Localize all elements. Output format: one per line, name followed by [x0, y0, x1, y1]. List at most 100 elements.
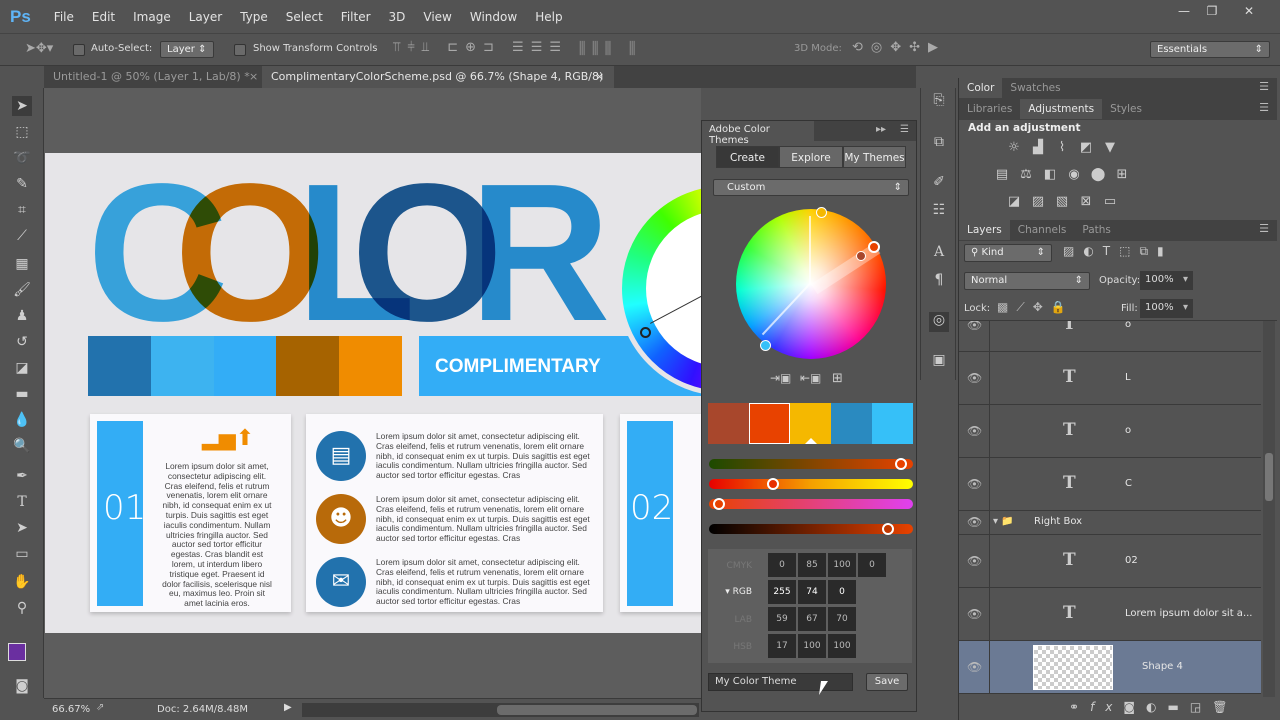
tab-untitled-1[interactable]: Untitled-1 @ 50% (Layer 1, Lab/8) * × [44, 66, 262, 88]
menu-edit[interactable]: Edit [92, 10, 115, 24]
slider-knob[interactable] [895, 458, 908, 470]
tab-explore[interactable]: Explore [779, 146, 843, 168]
panel-menu-icon[interactable]: ☰ [900, 124, 909, 135]
zoom-level[interactable]: 66.67% [52, 704, 90, 715]
dodge-tool-icon[interactable]: 🔍 [12, 436, 32, 456]
exposure-icon[interactable]: ◩ [1077, 140, 1095, 156]
menu-3d[interactable]: 3D [389, 10, 406, 24]
layer-thumbnail[interactable] [1033, 645, 1113, 690]
slider-knob[interactable] [766, 478, 779, 490]
color-rule-dropdown[interactable]: Custom ⇕ [713, 179, 909, 196]
visibility-eye-icon[interactable]: 👁 [967, 515, 982, 529]
visibility-eye-icon[interactable]: 👁 [967, 607, 982, 621]
auto-select-checkbox[interactable] [73, 44, 85, 56]
load-from-swatches-icon[interactable]: ⇤▣ [800, 371, 821, 385]
properties-panel-icon[interactable]: ⧉ [929, 134, 949, 154]
layer-row[interactable]: 👁 ▾ 📁 Right Box [959, 511, 1261, 535]
panel-menu-icon[interactable]: ☰ [1259, 222, 1269, 235]
foreground-color-swatch[interactable] [8, 643, 26, 661]
layer-row[interactable]: 👁 T C [959, 458, 1261, 511]
menu-image[interactable]: Image [133, 10, 171, 24]
align-icons[interactable]: ⫪⫩⫫ ⊏⊕⊐ ☰☰☰ ⫼⫼⫼ ⫼ [393, 40, 642, 55]
color-balance-icon[interactable]: ⚖ [1017, 167, 1035, 183]
slider-3[interactable] [709, 498, 913, 510]
tab-create[interactable]: Create [716, 146, 779, 168]
workspace-dropdown[interactable]: Essentials ⇕ [1150, 41, 1270, 58]
visibility-eye-icon[interactable]: 👁 [967, 371, 982, 385]
posterize-icon[interactable]: ▨ [1029, 194, 1047, 210]
tab-layers[interactable]: Layers [959, 220, 1010, 240]
move-tool-icon[interactable]: ➤✥▾ [25, 41, 53, 56]
minimize-button[interactable]: — [1170, 4, 1198, 20]
cmyk-value-field[interactable]: 0 [768, 553, 796, 577]
eyedropper-tool-icon[interactable]: ⟋ [12, 226, 32, 246]
zoom-tool-icon[interactable]: ⚲ [12, 598, 32, 618]
adjustment-layer-icon[interactable]: ◐ [1146, 700, 1167, 714]
add-mask-icon[interactable]: ◙ [1123, 700, 1146, 714]
panel-menu-icon[interactable]: ☰ [1259, 101, 1269, 114]
visibility-eye-icon[interactable]: 👁 [967, 321, 982, 332]
horizontal-scrollbar[interactable] [302, 703, 699, 717]
marquee-tool-icon[interactable]: ⬚ [12, 122, 32, 142]
rgb-value-field[interactable]: 74 [798, 580, 826, 604]
cmyk-value-field[interactable]: 100 [828, 553, 856, 577]
layer-select-dropdown[interactable]: Layer ⇕ [160, 41, 214, 58]
lasso-tool-icon[interactable]: ➰ [12, 148, 32, 168]
3d-mode-icons[interactable]: ⟲◎✥✣▶ [852, 40, 946, 55]
selective-color-icon[interactable]: ⊠ [1077, 194, 1095, 210]
slider-knob[interactable] [712, 498, 725, 510]
slider-4[interactable] [709, 523, 913, 535]
tab-my-themes[interactable]: My Themes [843, 146, 906, 168]
healing-brush-icon[interactable]: ▦ [12, 254, 32, 274]
visibility-eye-icon[interactable]: 👁 [967, 424, 982, 438]
lab-value-field[interactable]: 59 [768, 607, 796, 631]
brush-presets-icon[interactable]: ☷ [929, 202, 949, 222]
quick-mask-icon[interactable]: ◙ [12, 676, 32, 696]
add-theme-icon[interactable]: ⊞ [832, 371, 843, 386]
layer-row[interactable]: 👁 T 02 [959, 535, 1261, 588]
theme-swatch[interactable] [790, 403, 831, 444]
shape-tool-icon[interactable]: ▭ [12, 544, 32, 564]
group-expand-icon[interactable]: ▾ 📁 [993, 516, 1014, 527]
vibrance-icon[interactable]: ▼ [1101, 140, 1119, 156]
link-layers-icon[interactable]: ⚭ [1069, 700, 1090, 714]
close-window-button[interactable]: ✕ [1235, 4, 1263, 20]
path-select-tool-icon[interactable]: ➤ [12, 518, 32, 538]
add-to-swatches-icon[interactable]: ⇥▣ [770, 371, 791, 385]
delete-layer-icon[interactable]: 🗑 [1212, 700, 1238, 714]
lab-value-field[interactable]: 67 [798, 607, 826, 631]
curves-icon[interactable]: ⌇ [1053, 140, 1071, 156]
invert-icon[interactable]: ◪ [1005, 194, 1023, 210]
menu-window[interactable]: Window [470, 10, 517, 24]
layer-row[interactable]: 👁 To [959, 405, 1261, 458]
stamp-tool-icon[interactable]: ♟ [12, 306, 32, 326]
close-tab-icon[interactable]: × [595, 66, 604, 88]
menu-filter[interactable]: Filter [341, 10, 371, 24]
tab-swatches[interactable]: Swatches [1002, 78, 1068, 98]
layer-filter-icons[interactable]: ▨◐T⬚⧉▮ [1063, 244, 1173, 259]
tab-paths[interactable]: Paths [1074, 220, 1119, 240]
visibility-eye-icon[interactable]: 👁 [967, 660, 982, 674]
new-layer-icon[interactable]: ◲ [1190, 700, 1212, 714]
tab-complimentary-color-scheme[interactable]: ComplimentaryColorScheme.psd @ 66.7% (Sh… [262, 66, 614, 88]
lock-icons[interactable]: ▩⟋✥🔒 [997, 300, 1074, 315]
hsb-value-field[interactable]: 17 [768, 634, 796, 658]
blur-tool-icon[interactable]: 💧 [12, 410, 32, 430]
levels-icon[interactable]: ▟ [1029, 140, 1047, 156]
black-white-icon[interactable]: ◧ [1041, 167, 1059, 183]
crop-tool-icon[interactable]: ⌗ [12, 200, 32, 220]
threshold-icon[interactable]: ▧ [1053, 194, 1071, 210]
cmyk-value-field[interactable]: 85 [798, 553, 826, 577]
fill-input[interactable]: 100% ▾ [1140, 299, 1193, 318]
quick-select-tool-icon[interactable]: ✎ [12, 174, 32, 194]
layers-scrollbar[interactable] [1263, 321, 1275, 697]
libraries-icon[interactable]: ▣ [929, 352, 949, 372]
tab-adjustments[interactable]: Adjustments [1020, 99, 1103, 119]
color-handle[interactable] [760, 340, 771, 351]
color-handle-selected[interactable] [868, 241, 880, 253]
slider-1[interactable] [709, 458, 913, 470]
history-brush-icon[interactable]: ↺ [12, 332, 32, 352]
new-group-icon[interactable]: ▬ [1168, 700, 1190, 714]
paragraph-panel-icon[interactable]: ¶ [929, 272, 949, 292]
theme-swatch[interactable] [831, 403, 872, 444]
